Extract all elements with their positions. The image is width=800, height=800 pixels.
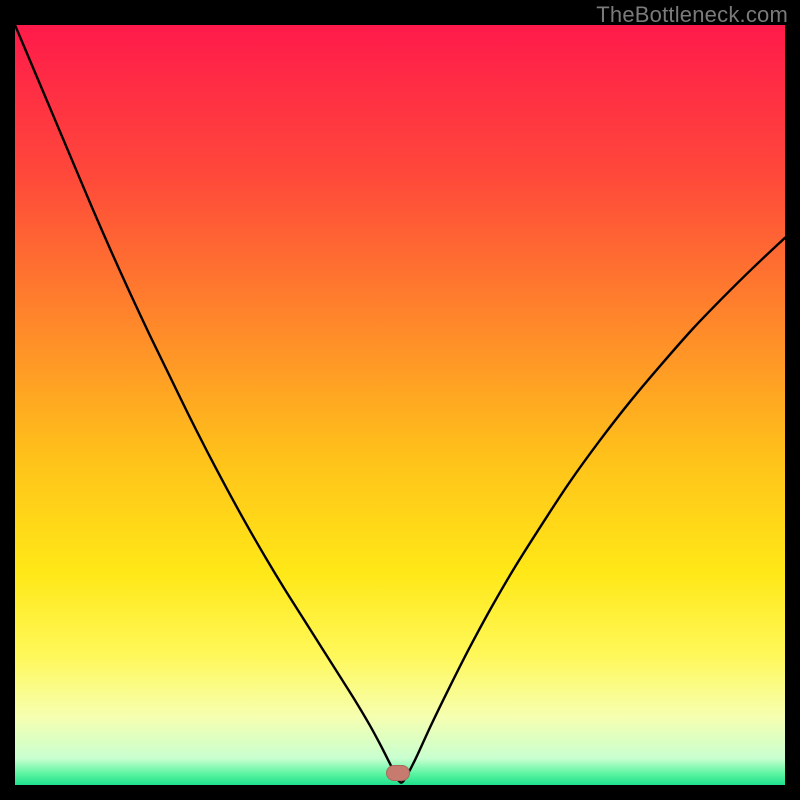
plot-area	[15, 25, 785, 785]
chart-svg	[15, 25, 785, 785]
optimum-marker	[386, 765, 410, 781]
gradient-background	[15, 25, 785, 785]
chart-frame: TheBottleneck.com	[0, 0, 800, 800]
